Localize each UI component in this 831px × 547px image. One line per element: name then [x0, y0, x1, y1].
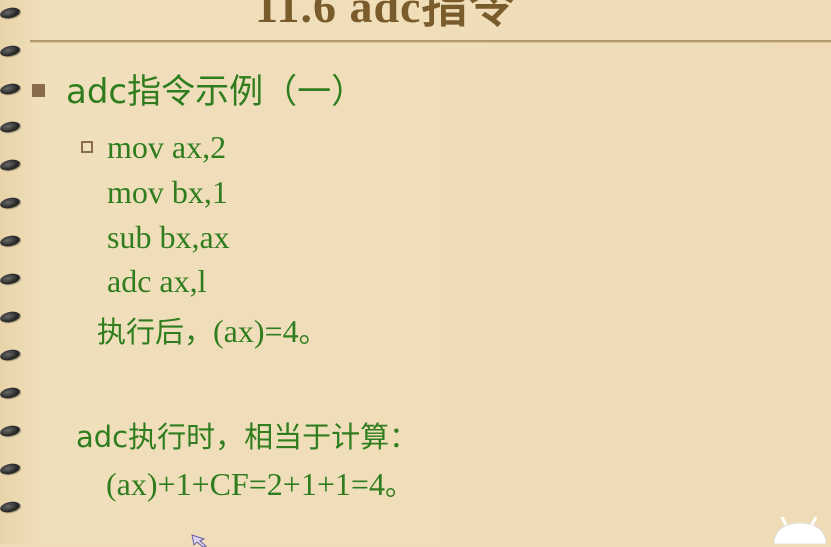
slide-title: 11.6 adc指令 [255, 0, 516, 32]
formula-expression: (ax)+1+CF=2+1+1=4 [106, 466, 385, 502]
explanation-line: adc执行时，相当于计算： [76, 420, 419, 454]
binding-ring-icon [0, 234, 21, 248]
slide: 11.6 adc指令 adc指令示例（一） mov ax,2 mov bx,1 … [0, 0, 831, 547]
binding-ring-icon [0, 82, 21, 96]
formula-line: (ax)+1+CF=2+1+1=4。 [106, 468, 414, 500]
binding-ring-icon [0, 500, 21, 514]
code-line: mov ax,2 [107, 129, 227, 165]
binding-ring-icon [0, 310, 21, 324]
binding-ring-icon [0, 462, 21, 476]
binding-ring-icon [0, 6, 21, 20]
result-prefix: 执行后， [97, 315, 214, 349]
code-line: sub bx,ax [107, 219, 230, 255]
binding-ring-icon [0, 44, 21, 58]
result-line: 执行后，(ax)=4。 [97, 315, 328, 347]
binding-ring-icon [0, 272, 21, 286]
binding-ring-icon [0, 348, 21, 362]
cursor-icon [191, 534, 208, 547]
binding-ring-icon [0, 120, 21, 134]
binding-ring-icon [0, 158, 21, 172]
title-divider [30, 40, 831, 43]
section-heading: adc指令示例（一） [66, 72, 366, 112]
code-line: adc ax,l [107, 263, 207, 299]
square-bullet-icon [32, 84, 45, 97]
binding-ring-icon [0, 424, 21, 438]
spiral-binding [0, 0, 22, 544]
result-expression: (ax)=4 [213, 313, 299, 349]
formula-suffix: 。 [384, 468, 414, 502]
hollow-square-bullet-icon [81, 141, 93, 153]
mascot-icon [773, 517, 827, 544]
code-line: mov bx,1 [107, 174, 228, 210]
binding-ring-icon [0, 196, 21, 210]
result-suffix: 。 [298, 315, 328, 349]
binding-ring-icon [0, 386, 21, 400]
